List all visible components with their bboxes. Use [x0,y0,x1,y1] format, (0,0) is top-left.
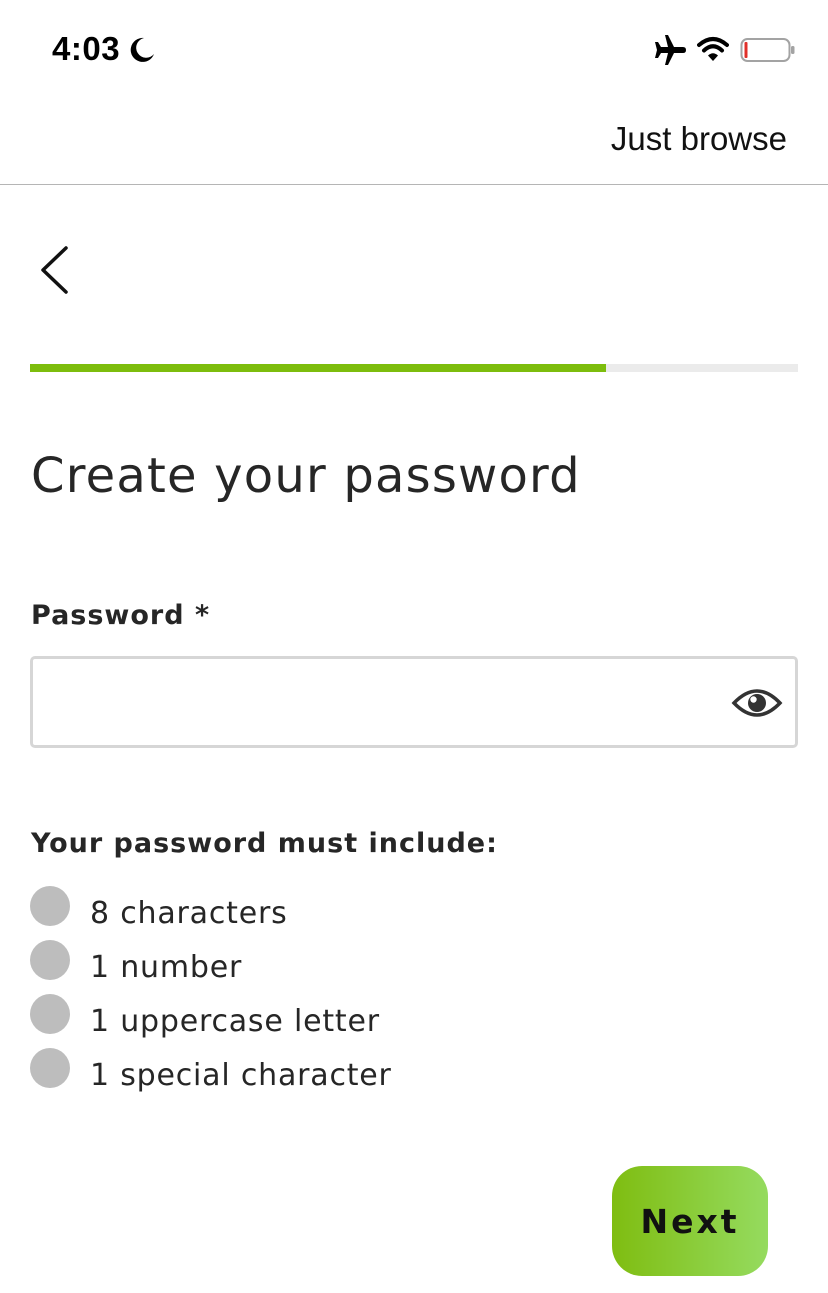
requirement-item: 1 number [30,940,630,994]
password-input[interactable] [47,659,711,747]
toggle-password-visibility-button[interactable] [731,685,783,721]
progress-bar-fill [30,364,606,372]
create-password-screen: 4:03 Just browse Create your password Pa… [0,0,828,1293]
back-button[interactable] [30,240,86,300]
page-title: Create your password [31,448,581,504]
requirement-item: 1 special character [30,1048,630,1102]
header-divider [0,184,828,185]
moon-icon [130,37,154,62]
requirement-item: 1 uppercase letter [30,994,630,1048]
requirement-label: 1 special character [90,1058,392,1093]
airplane-icon [655,35,686,65]
battery-icon [740,38,795,62]
chevron-left-icon [41,246,68,294]
password-field [30,656,798,748]
requirement-item: 8 characters [30,886,630,940]
requirements-list: 8 characters 1 number 1 uppercase letter… [30,886,630,1102]
status-time: 4:03 [52,30,121,67]
requirement-label: 1 number [90,950,243,985]
requirement-label: 8 characters [90,896,288,931]
wifi-icon [697,37,729,61]
requirements-title: Your password must include: [31,828,498,859]
requirement-label: 1 uppercase letter [90,1004,380,1039]
status-bar: 4:03 [0,0,828,98]
progress-bar [30,364,798,372]
requirement-status-icon [30,940,70,980]
requirement-status-icon [30,994,70,1034]
next-button[interactable]: Next [612,1166,768,1276]
just-browse-button[interactable]: Just browse [611,120,787,158]
password-label: Password * [31,600,211,631]
requirement-status-icon [30,886,70,926]
requirement-status-icon [30,1048,70,1088]
eye-icon [731,689,783,717]
